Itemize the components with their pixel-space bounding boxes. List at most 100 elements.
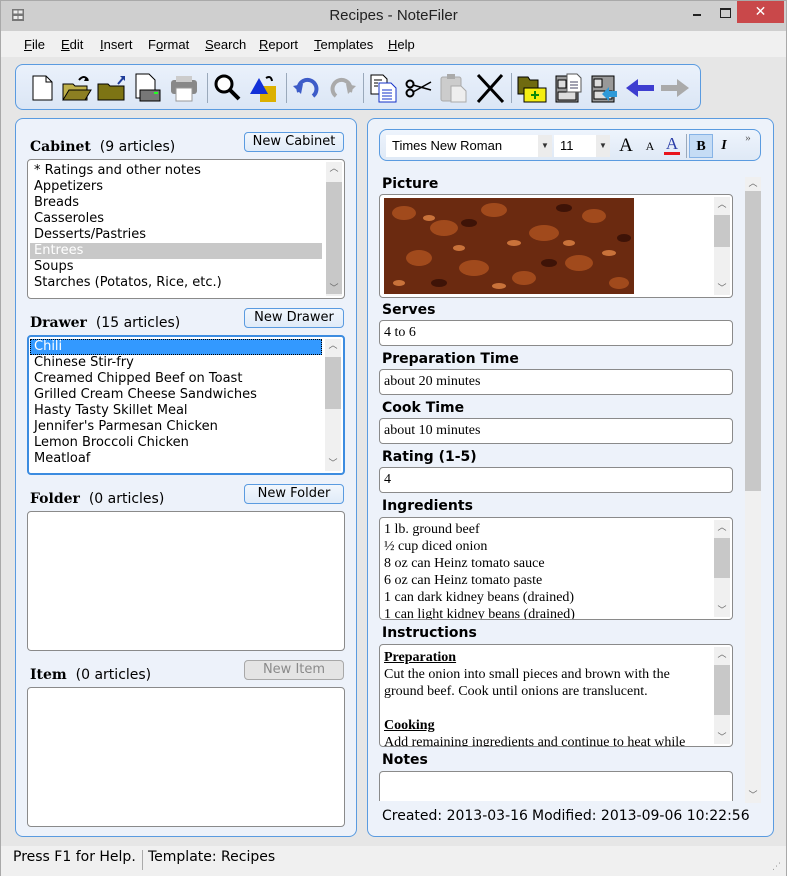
scroll-thumb[interactable]: [325, 357, 341, 409]
new-cabinet-button[interactable]: New Cabinet: [244, 132, 344, 152]
list-item[interactable]: Lemon Broccoli Chicken: [30, 435, 322, 451]
delete-icon[interactable]: [474, 72, 506, 104]
list-item[interactable]: Chinese Stir-fry: [30, 355, 322, 371]
status-template: Template: Recipes: [148, 849, 276, 865]
cabinet-list[interactable]: * Ratings and other notes Appetizers Bre…: [27, 159, 345, 299]
overflow-chevron-icon[interactable]: »: [740, 130, 756, 154]
menu-file[interactable]: File: [24, 37, 45, 52]
grow-font-icon[interactable]: A: [614, 134, 638, 158]
scroll-thumb[interactable]: [745, 191, 761, 491]
menu-insert[interactable]: Insert: [100, 37, 133, 52]
cut-icon[interactable]: [403, 72, 435, 104]
italic-button[interactable]: I: [712, 134, 736, 158]
new-file-icon[interactable]: [26, 72, 58, 104]
font-family-select[interactable]: Times New Roman ▼: [386, 135, 552, 157]
scroll-up-icon[interactable]: ︿: [745, 177, 761, 191]
menu-search[interactable]: Search: [205, 37, 246, 52]
list-item[interactable]: Hasty Tasty Skillet Meal: [30, 403, 322, 419]
cook-time-field[interactable]: about 10 minutes: [379, 418, 733, 444]
list-item[interactable]: Desserts/Pastries: [30, 227, 322, 243]
folder-list[interactable]: [27, 511, 345, 651]
menu-edit[interactable]: Edit: [61, 37, 83, 52]
scroll-down-icon[interactable]: ﹀: [326, 282, 342, 296]
item-list[interactable]: [27, 687, 345, 827]
list-item[interactable]: Appetizers: [30, 179, 322, 195]
open-recent-icon[interactable]: [96, 72, 128, 104]
cabinet-scrollbar[interactable]: ︿ ﹀: [326, 162, 342, 296]
copy-icon[interactable]: [368, 72, 400, 104]
back-arrow-icon[interactable]: [624, 72, 656, 104]
scroll-down-icon[interactable]: ﹀: [714, 281, 730, 295]
template-shapes-icon[interactable]: [248, 72, 280, 104]
scroll-up-icon[interactable]: ︿: [714, 520, 730, 534]
list-item[interactable]: Casseroles: [30, 211, 322, 227]
new-item-button[interactable]: New Item: [244, 660, 344, 680]
shrink-font-icon[interactable]: A: [638, 134, 662, 158]
menu-templates[interactable]: Templates: [314, 37, 373, 52]
prep-time-field[interactable]: about 20 minutes: [379, 369, 733, 395]
instructions-scrollbar[interactable]: ︿ ﹀: [714, 647, 730, 744]
instructions-field[interactable]: Preparation Cut the onion into small pie…: [379, 644, 733, 747]
minimize-button[interactable]: [683, 1, 709, 23]
resize-grip-icon[interactable]: ⋰: [772, 862, 781, 872]
list-item[interactable]: Jennifer's Parmesan Chicken: [30, 419, 322, 435]
ingredient-line: 1 can light kidney beans (drained): [384, 607, 575, 620]
list-item[interactable]: Grilled Cream Cheese Sandwiches: [30, 387, 322, 403]
scroll-down-icon[interactable]: ﹀: [714, 730, 730, 744]
list-item[interactable]: Soups: [30, 259, 322, 275]
new-folder-icon[interactable]: [516, 72, 548, 104]
rating-field[interactable]: 4: [379, 467, 733, 493]
font-size-select[interactable]: 11 ▼: [554, 135, 610, 157]
list-item[interactable]: Meatloaf: [30, 451, 322, 467]
menu-help[interactable]: Help: [388, 37, 415, 52]
font-color-icon[interactable]: A: [660, 134, 684, 158]
chevron-down-icon: ▼: [538, 135, 552, 157]
scroll-up-icon[interactable]: ︿: [326, 162, 342, 176]
picture-scrollbar[interactable]: ︿ ﹀: [714, 197, 730, 295]
redo-icon[interactable]: [326, 72, 358, 104]
list-item[interactable]: Breads: [30, 195, 322, 211]
ingredients-field[interactable]: 1 lb. ground beef ½ cup diced onion 8 oz…: [379, 517, 733, 620]
print-icon[interactable]: [168, 72, 200, 104]
scroll-down-icon[interactable]: ﹀: [325, 457, 341, 471]
file-cabinet-icon[interactable]: [552, 72, 584, 104]
new-drawer-button[interactable]: New Drawer: [244, 308, 344, 328]
scroll-down-icon[interactable]: ﹀: [745, 789, 761, 803]
open-file-icon[interactable]: [61, 72, 93, 104]
menu-format[interactable]: Format: [148, 37, 189, 52]
list-item-selected[interactable]: Chili: [30, 339, 322, 355]
ingredients-scrollbar[interactable]: ︿ ﹀: [714, 520, 730, 617]
chevron-down-icon: ▼: [596, 135, 610, 157]
scroll-thumb[interactable]: [714, 215, 730, 247]
serves-field[interactable]: 4 to 6: [379, 320, 733, 346]
scroll-thumb[interactable]: [714, 538, 730, 578]
list-item[interactable]: * Ratings and other notes: [30, 163, 322, 179]
paste-icon[interactable]: [438, 72, 470, 104]
search-icon[interactable]: [212, 72, 244, 104]
undo-icon[interactable]: [291, 72, 323, 104]
drawer-scrollbar[interactable]: ︿ ﹀: [325, 339, 341, 471]
cabinet-import-icon[interactable]: [588, 72, 620, 104]
new-folder-button[interactable]: New Folder: [244, 484, 344, 504]
maximize-button[interactable]: [711, 1, 737, 23]
scroll-up-icon[interactable]: ︿: [325, 339, 341, 353]
forward-arrow-icon[interactable]: [659, 72, 691, 104]
list-item[interactable]: Creamed Chipped Beef on Toast: [30, 371, 322, 387]
close-button[interactable]: ✕: [737, 1, 784, 23]
scroll-thumb[interactable]: [326, 182, 342, 294]
scroll-up-icon[interactable]: ︿: [714, 647, 730, 661]
instructions-label: Instructions: [382, 625, 477, 641]
record-scrollbar[interactable]: ︿ ﹀: [745, 177, 761, 803]
new-database-icon[interactable]: [131, 72, 163, 104]
drawer-list[interactable]: Chili Chinese Stir-fry Creamed Chipped B…: [27, 335, 345, 475]
scroll-down-icon[interactable]: ﹀: [714, 603, 730, 617]
list-item-selected[interactable]: Entrees: [30, 243, 322, 259]
menu-report[interactable]: Report: [259, 37, 298, 52]
notes-field[interactable]: [379, 771, 733, 801]
picture-field[interactable]: ︿ ﹀: [379, 194, 733, 298]
bold-button[interactable]: B: [689, 134, 713, 158]
scroll-thumb[interactable]: [714, 665, 730, 715]
app-window: Recipes - NoteFiler ✕ File Edit Insert F…: [0, 0, 787, 876]
list-item[interactable]: Starches (Potatos, Rice, etc.): [30, 275, 322, 291]
scroll-up-icon[interactable]: ︿: [714, 197, 730, 211]
